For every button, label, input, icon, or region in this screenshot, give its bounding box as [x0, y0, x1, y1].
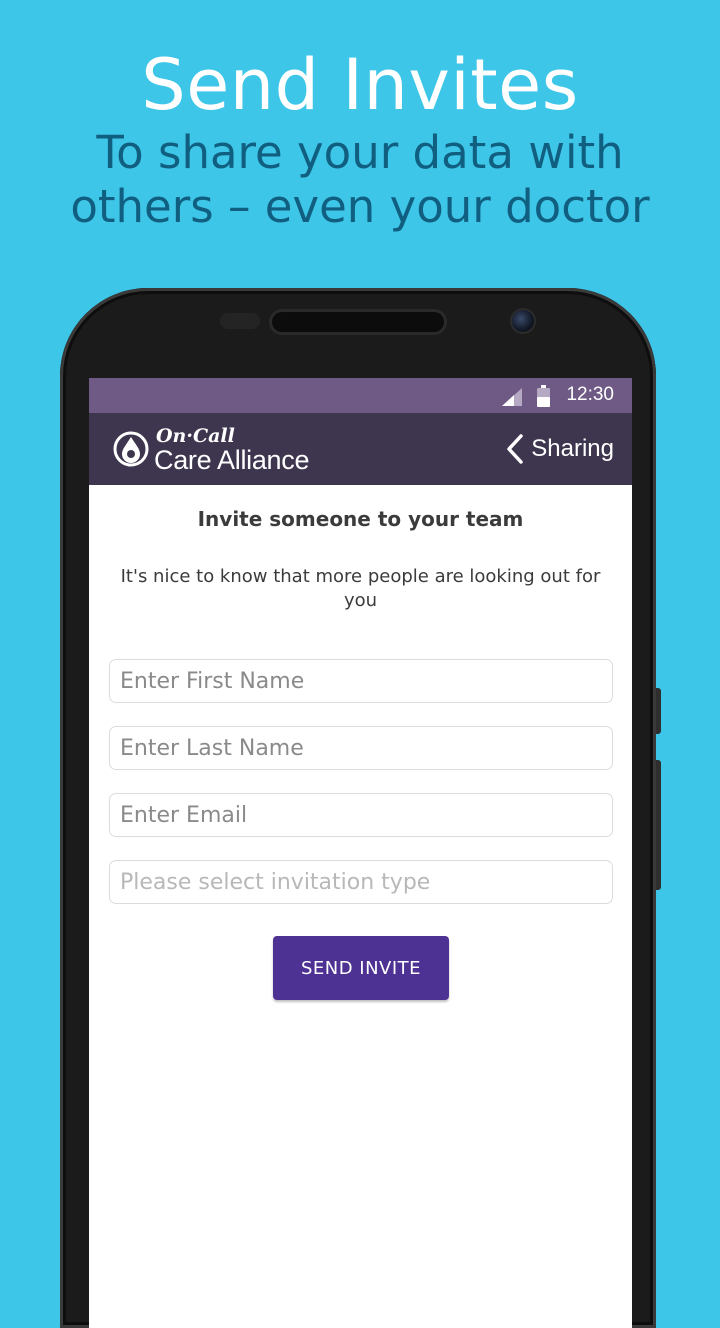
invite-description: It's nice to know that more people are l… [120, 566, 601, 611]
back-to-sharing-button[interactable]: Sharing [507, 433, 614, 465]
front-camera [512, 310, 534, 332]
app-bar: On·Call Care Alliance Sharing [89, 413, 632, 485]
promo-subtitle: To share your data with others – even yo… [70, 126, 650, 233]
chevron-left-icon [507, 434, 524, 464]
logo-brand-top: On·Call [156, 425, 235, 447]
status-time: 12:30 [566, 384, 614, 405]
phone-power-button [656, 688, 661, 734]
phone-screen: 12:30 On·Call Care Alliance Sharing Invi [89, 378, 632, 1328]
back-label: Sharing [531, 435, 614, 462]
earpiece-speaker [272, 312, 444, 332]
send-invite-button[interactable]: SEND INVITE [273, 936, 449, 1000]
proximity-sensor [220, 313, 260, 329]
phone-volume-button [656, 760, 661, 890]
invite-heading: Invite someone to your team [197, 507, 524, 531]
app-logo: On·Call Care Alliance [113, 425, 333, 477]
logo-brand-bottom: Care Alliance [154, 445, 310, 475]
email-input[interactable] [109, 793, 613, 837]
battery-icon [537, 385, 550, 407]
phone-frame: 12:30 On·Call Care Alliance Sharing Invi [60, 288, 661, 1328]
logo-mark-icon [113, 431, 149, 467]
promo-title: Send Invites [141, 44, 579, 126]
last-name-input[interactable] [109, 726, 613, 770]
invitation-type-select[interactable]: Please select invitation type [109, 860, 613, 904]
status-bar: 12:30 [89, 378, 632, 413]
signal-icon [502, 388, 522, 406]
first-name-input[interactable] [109, 659, 613, 703]
